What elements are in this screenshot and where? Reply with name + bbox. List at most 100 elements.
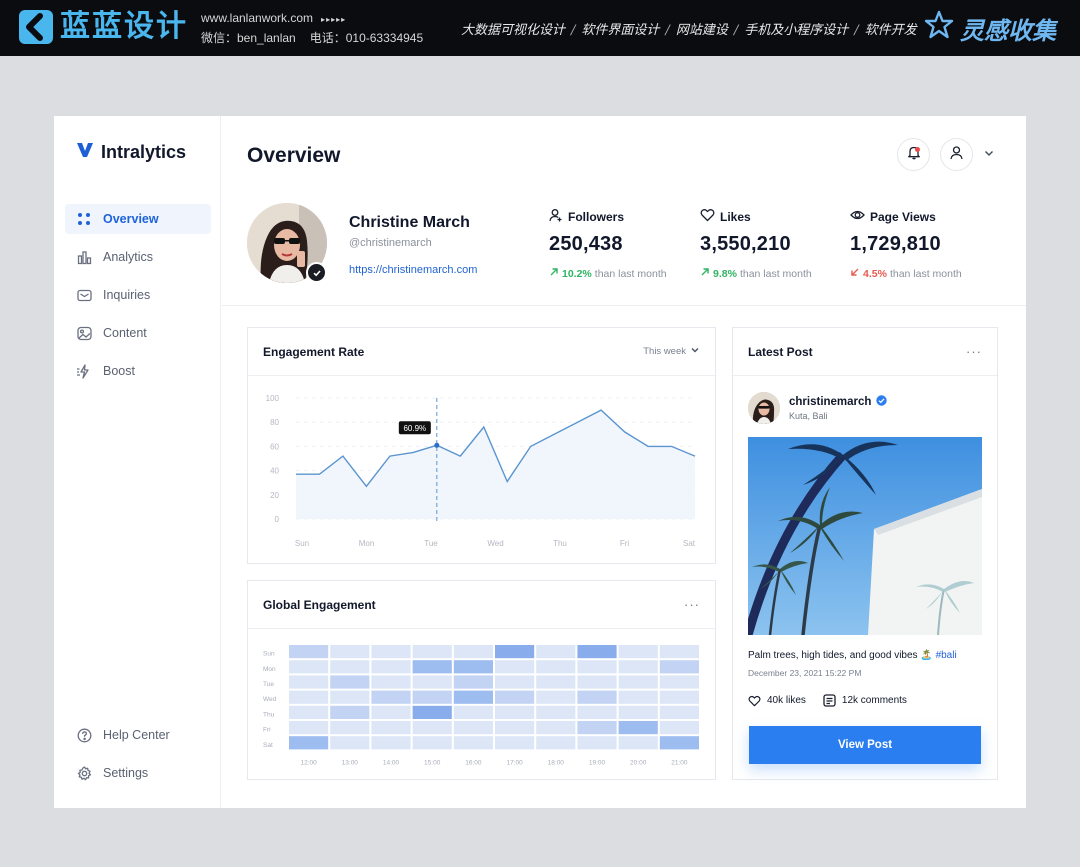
sidebar-item-settings[interactable]: Settings bbox=[65, 758, 211, 788]
heatmap-cell bbox=[495, 660, 535, 674]
heatmap-row-label: Sun bbox=[263, 651, 275, 658]
heatmap-cell bbox=[330, 645, 370, 659]
heatmap-cell bbox=[371, 690, 411, 704]
sidebar-item-label: Inquiries bbox=[103, 288, 151, 302]
stat-change: 4.5% than last month bbox=[850, 267, 962, 280]
banner-website[interactable]: www.lanlanwork.com bbox=[201, 11, 313, 25]
notifications-button[interactable] bbox=[897, 138, 930, 171]
app-logo[interactable]: Intralytics bbox=[76, 142, 186, 163]
x-tick-label: Mon bbox=[359, 539, 375, 548]
account-button[interactable] bbox=[940, 138, 973, 171]
user-icon bbox=[549, 208, 563, 225]
stat-change-percent: 10.2% bbox=[562, 267, 592, 280]
heatmap-row-label: Sat bbox=[263, 742, 273, 749]
line-area bbox=[296, 410, 695, 519]
more-options-button[interactable]: ··· bbox=[684, 597, 700, 612]
heatmap-cell bbox=[371, 721, 411, 735]
post-location: Kuta, Bali bbox=[789, 411, 828, 421]
notification-dot bbox=[915, 147, 920, 152]
heatmap-cell bbox=[371, 736, 411, 750]
post-hashtag[interactable]: #bali bbox=[936, 650, 957, 661]
post-caption: Palm trees, high tides, and good vibes 🏝… bbox=[748, 650, 957, 661]
y-tick-label: 80 bbox=[270, 418, 279, 427]
heatmap-cell bbox=[371, 660, 411, 674]
banner-separator: / bbox=[571, 23, 576, 38]
engagement-rate-panel: Engagement Rate This week 0 20 40 60 80 100 Su… bbox=[247, 327, 716, 564]
banner-collect: 灵感收集 bbox=[924, 10, 1056, 46]
more-options-button[interactable]: ··· bbox=[966, 344, 982, 359]
app-logo-text: Intralytics bbox=[101, 142, 187, 162]
x-tick-label: Thu bbox=[553, 539, 567, 548]
banner-separator: / bbox=[733, 23, 739, 38]
view-post-button[interactable]: View Post bbox=[749, 726, 981, 764]
profile-name: Christine March bbox=[349, 214, 470, 231]
eye-icon bbox=[850, 208, 865, 225]
stat-change-suffix: than last month bbox=[739, 267, 812, 280]
sidebar-item-label: Overview bbox=[103, 212, 159, 226]
heatmap-cell bbox=[659, 705, 699, 719]
collect-star-icon bbox=[924, 10, 954, 46]
heatmap-column-label: 21:00 bbox=[671, 759, 688, 766]
post-comments[interactable]: 12k comments bbox=[823, 694, 907, 707]
tooltip-label: 60.9% bbox=[403, 424, 426, 433]
heatmap-cell bbox=[330, 660, 370, 674]
heatmap-cell bbox=[536, 705, 576, 719]
user-icon bbox=[949, 145, 964, 165]
sidebar-item-help-center[interactable]: Help Center bbox=[65, 720, 211, 750]
stat-change: 9.8% than last month bbox=[700, 267, 812, 280]
period-dropdown[interactable]: This week bbox=[643, 345, 700, 358]
heatmap-cell bbox=[412, 736, 452, 750]
sidebar-item-analytics[interactable]: Analytics bbox=[65, 242, 211, 272]
heatmap-cell bbox=[577, 660, 617, 674]
banner-service-item: 手机及小程序设计 bbox=[744, 23, 849, 38]
post-likes[interactable]: 40k likes bbox=[748, 694, 806, 707]
heatmap-cell bbox=[453, 675, 493, 689]
post-likes-count: 40k likes bbox=[767, 695, 806, 706]
heatmap-cell bbox=[495, 721, 535, 735]
post-author[interactable]: christinemarch Kuta, Bali bbox=[748, 392, 888, 424]
comment-icon bbox=[823, 694, 836, 707]
heatmap-column-label: 15:00 bbox=[424, 759, 441, 766]
heatmap-cell bbox=[453, 645, 493, 659]
heatmap-column-label: 20:00 bbox=[630, 759, 647, 766]
heatmap-cell bbox=[289, 645, 329, 659]
heatmap-cell bbox=[536, 721, 576, 735]
heatmap-column-label: 13:00 bbox=[342, 759, 359, 766]
highlight-point bbox=[434, 442, 440, 448]
heatmap-cell bbox=[330, 675, 370, 689]
banner-service-item: 大数据可视化设计 bbox=[461, 23, 566, 38]
heatmap-column-label: 17:00 bbox=[506, 759, 523, 766]
stat-change-suffix: than last month bbox=[889, 267, 962, 280]
heatmap-cell bbox=[618, 721, 658, 735]
post-author-name: christinemarch bbox=[789, 396, 872, 408]
heatmap-cell bbox=[330, 736, 370, 750]
sidebar-item-boost[interactable]: Boost bbox=[65, 356, 211, 386]
heatmap-cell bbox=[659, 675, 699, 689]
heatmap-cell bbox=[618, 705, 658, 719]
sidebar-item-inquiries[interactable]: Inquiries bbox=[65, 280, 211, 310]
banner-separator: / bbox=[854, 23, 859, 38]
heatmap-cell bbox=[453, 705, 493, 719]
heatmap-cell bbox=[453, 690, 493, 704]
heatmap-cell bbox=[289, 721, 329, 735]
profile-website-link[interactable]: https://christinemarch.com bbox=[349, 264, 477, 276]
heatmap-cell bbox=[495, 705, 535, 719]
intralytics-logo-icon bbox=[76, 142, 94, 163]
post-image[interactable] bbox=[748, 437, 982, 635]
sidebar-nav: Overview Analytics Inquiries Content Boo… bbox=[65, 204, 211, 394]
sidebar-item-overview[interactable]: Overview bbox=[65, 204, 211, 234]
heatmap-cell bbox=[412, 721, 452, 735]
brand-logo-icon bbox=[18, 9, 54, 45]
image-icon bbox=[76, 325, 92, 341]
heatmap-cell bbox=[495, 675, 535, 689]
sidebar-item-content[interactable]: Content bbox=[65, 318, 211, 348]
stat-value: 250,438 bbox=[549, 233, 623, 255]
heatmap-cell bbox=[536, 645, 576, 659]
sidebar-item-label: Content bbox=[103, 326, 147, 340]
heatmap-cell bbox=[330, 690, 370, 704]
heatmap-column-label: 12:00 bbox=[300, 759, 317, 766]
stat-followers: Followers 250,438 10.2% than last month bbox=[549, 208, 667, 280]
y-tick-label: 0 bbox=[275, 515, 280, 524]
banner-collect-label: 灵感收集 bbox=[960, 15, 1056, 45]
chevron-down-icon[interactable] bbox=[983, 146, 995, 164]
